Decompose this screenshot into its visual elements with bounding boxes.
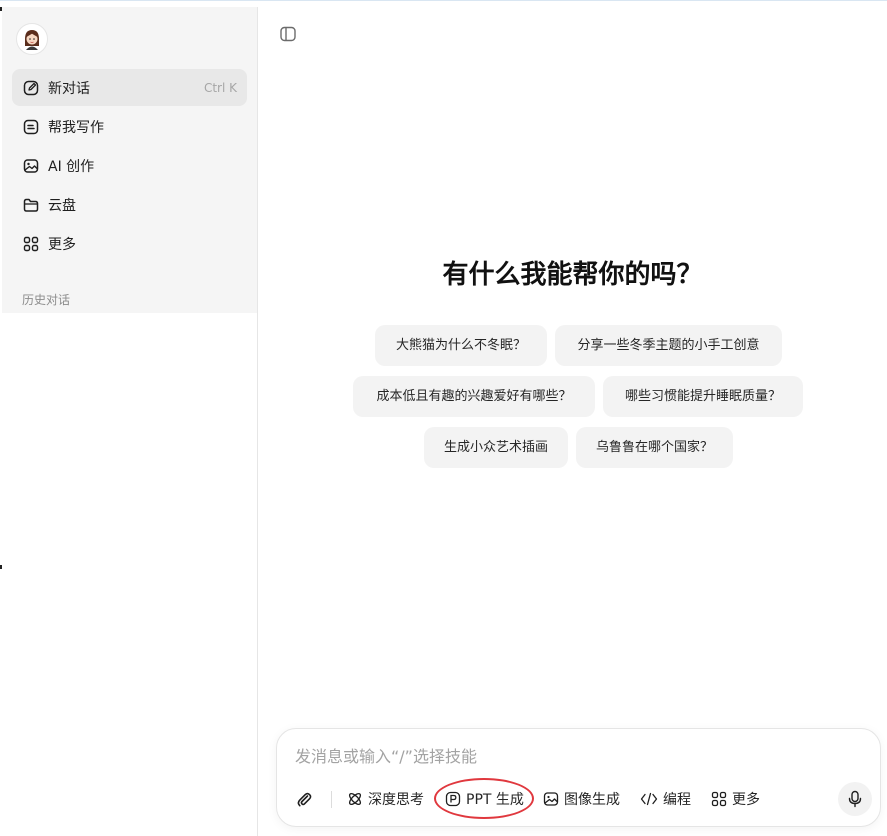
message-composer: 深度思考 PPT 生成 图像生成 编程 [276, 728, 881, 827]
folder-icon [22, 196, 40, 214]
message-input[interactable] [293, 741, 857, 771]
tool-label: PPT 生成 [466, 792, 524, 808]
paperclip-icon [297, 792, 312, 807]
tool-label: 编程 [663, 792, 691, 808]
app-window: 新对话 Ctrl K 帮我写作 AI 创作 云盘 更多 历史对话 有什么我能帮你… [0, 0, 887, 836]
shortcut-hint: Ctrl K [203, 80, 237, 95]
ppt-icon [445, 791, 461, 807]
sidebar-item-label: 云盘 [48, 197, 76, 214]
ppt-generate-button[interactable]: PPT 生成 [445, 786, 524, 812]
writing-icon [22, 118, 40, 136]
suggestion-chip[interactable]: 哪些习惯能提升睡眠质量？ [603, 376, 803, 417]
sidebar-item-label: AI 创作 [48, 158, 95, 175]
sidebar-item-new-chat[interactable]: 新对话 Ctrl K [12, 69, 247, 106]
history-section-label: 历史对话 [22, 293, 71, 307]
sidebar-item-writing[interactable]: 帮我写作 [12, 108, 247, 145]
grid-icon [22, 235, 40, 253]
deep-think-button[interactable]: 深度思考 [347, 786, 424, 812]
atom-icon [348, 792, 362, 806]
voice-input-button[interactable] [838, 782, 872, 816]
sidebar-toggle-icon [280, 26, 296, 42]
tool-label: 图像生成 [564, 792, 620, 808]
suggestion-chip[interactable]: 分享一些冬季主题的小手工创意 [555, 325, 782, 366]
sidebar-item-label: 新对话 [48, 80, 90, 97]
code-button[interactable]: 编程 [640, 786, 691, 812]
image-generate-button[interactable]: 图像生成 [543, 786, 620, 812]
suggestion-chip[interactable]: 成本低且有趣的兴趣爱好有哪些？ [353, 376, 595, 417]
sidebar-item-ai-create[interactable]: AI 创作 [12, 147, 247, 184]
image-icon [543, 792, 559, 806]
suggestion-chip[interactable]: 乌鲁鲁在哪个国家？ [576, 427, 733, 468]
sidebar-item-label: 更多 [48, 236, 76, 253]
microphone-icon [848, 790, 862, 808]
sidebar-toggle-button[interactable] [278, 24, 298, 44]
suggestion-chip[interactable]: 生成小众艺术插画 [424, 427, 568, 468]
page-title: 有什么我能帮你的吗？ [442, 260, 703, 290]
sidebar-divider [257, 7, 258, 836]
sidebar-item-more[interactable]: 更多 [12, 225, 247, 262]
window-edge-mark [0, 565, 2, 569]
sidebar: 新对话 Ctrl K 帮我写作 AI 创作 云盘 更多 历史对话 [2, 7, 257, 313]
sidebar-item-cloud-drive[interactable]: 云盘 [12, 186, 247, 223]
image-icon [22, 157, 40, 175]
grid-icon [711, 791, 727, 807]
suggestion-chip[interactable]: 大熊猫为什么不冬眠？ [375, 325, 547, 366]
new-chat-icon [22, 79, 40, 97]
more-tools-button[interactable]: 更多 [711, 786, 760, 812]
toolbar-divider [331, 791, 332, 808]
sidebar-nav: 新对话 Ctrl K 帮我写作 AI 创作 云盘 更多 [12, 69, 247, 264]
user-avatar[interactable] [16, 23, 48, 55]
attach-button[interactable] [294, 786, 319, 812]
sidebar-item-label: 帮我写作 [48, 119, 104, 136]
avatar-icon [25, 30, 39, 50]
tool-label: 深度思考 [368, 792, 424, 808]
code-icon [640, 792, 658, 806]
tool-label: 更多 [732, 792, 760, 808]
